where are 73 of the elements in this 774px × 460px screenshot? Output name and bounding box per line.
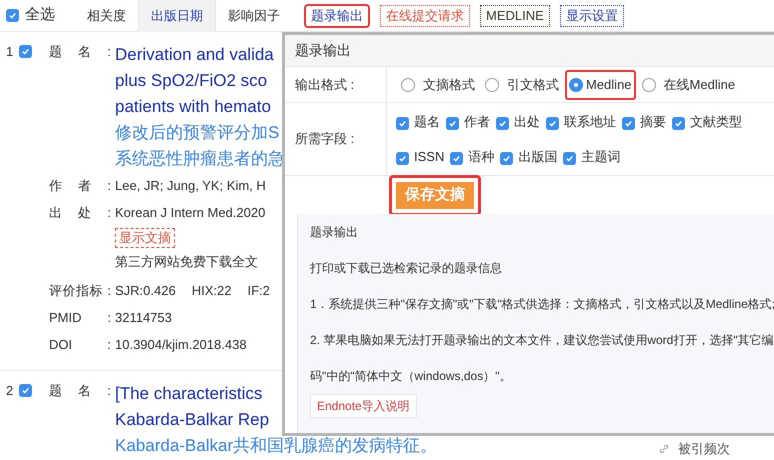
checkbox[interactable]	[450, 152, 464, 165]
help-text: 2. 苹果电脑如果无法打开题录输出的文本文件，建议您尝试使用word打开，选择"其它编	[310, 332, 774, 349]
field-option-label[interactable]: 联系地址	[564, 113, 616, 131]
title-line[interactable]: Derivation and valida	[115, 42, 285, 68]
checkbox[interactable]	[563, 152, 576, 165]
help-title: 题录输出	[310, 224, 359, 241]
checkbox[interactable]	[19, 384, 32, 397]
metric-value: HIX:22	[192, 282, 232, 300]
show-abstract-button[interactable]: 显示文摘	[115, 228, 175, 248]
metric-value: IF:2	[247, 282, 270, 300]
record-number: 2	[6, 384, 14, 398]
checkbox[interactable]	[6, 9, 19, 22]
checkbox[interactable]	[496, 117, 509, 130]
field-label: DOI :	[49, 336, 112, 354]
dialog-title: 题录输出	[285, 35, 774, 67]
sort-tab[interactable]: 出版日期	[138, 0, 216, 32]
checkbox[interactable]	[546, 117, 559, 130]
citations-label[interactable]: 被引频次	[678, 439, 730, 458]
field-option-label[interactable]: 题名	[414, 113, 440, 131]
sort-tab[interactable]: 相关度	[75, 0, 138, 32]
checkbox[interactable]	[672, 117, 685, 130]
field-label: 题 名 :	[49, 382, 112, 400]
endnote-guide-button[interactable]: Endnote导入说明	[310, 394, 417, 418]
format-label: 输出格式 :	[285, 67, 387, 102]
radio-button[interactable]	[485, 78, 499, 92]
format-option[interactable]: 文摘格式	[397, 70, 479, 100]
help-text: 码"中的"简体中文（windows,dos）"。	[310, 368, 512, 385]
format-option[interactable]: Medline	[565, 70, 636, 100]
toolbar-button[interactable]: MEDLINE	[480, 4, 550, 26]
field-label: 题 名 :	[49, 43, 112, 61]
field-label: 作 者 :	[49, 177, 112, 195]
toolbar-button[interactable]: 在线提交请求	[380, 4, 470, 26]
field-value: Korean J Intern Med.2020	[115, 204, 266, 222]
format-option[interactable]: 在线Medline	[638, 70, 740, 100]
toolbar-button[interactable]: 显示设置	[560, 4, 624, 26]
title-line[interactable]: plus SpO2/FiO2 sco	[115, 68, 285, 94]
field-option-label[interactable]: 出版国	[518, 148, 558, 166]
checkbox[interactable]	[396, 152, 409, 165]
metric-value: SJR:0.426	[115, 282, 176, 300]
help-text: 打印或下载已选检索记录的题录信息	[310, 260, 503, 277]
toolbar-button[interactable]: 题录输出	[304, 4, 370, 28]
sort-tab[interactable]: 影响因子	[216, 0, 292, 32]
checkbox[interactable]	[500, 152, 514, 165]
field-option-label[interactable]: ISSN	[414, 148, 444, 166]
translated-title-line[interactable]: 修改后的预警评分加S	[115, 120, 285, 146]
fields-label: 所需字段 :	[285, 103, 387, 175]
field-label: 评价指标 :	[49, 282, 112, 300]
field-option-label[interactable]: 语种	[468, 148, 494, 166]
format-option[interactable]: 引文格式	[481, 70, 563, 100]
field-option-label[interactable]: 出处	[514, 113, 540, 131]
radio-button[interactable]	[401, 78, 415, 92]
checkbox[interactable]	[396, 117, 409, 130]
field-value: 10.3904/kjim.2018.438	[115, 336, 247, 354]
radio-button[interactable]	[642, 78, 656, 92]
field-value: 32114753	[115, 309, 172, 327]
field-option-label[interactable]: 作者	[464, 113, 490, 131]
field-label: PMID :	[49, 309, 112, 327]
checkbox[interactable]	[19, 45, 32, 58]
fulltext-link[interactable]: 第三方网站免费下载全文	[115, 251, 258, 273]
select-all-label[interactable]: 全选	[25, 4, 55, 27]
link-icon	[658, 442, 670, 455]
title-line[interactable]: patients with hemato	[115, 94, 285, 120]
translated-title-line[interactable]: Kabarda-Balkar共和国乳腺癌的发病特征。	[115, 433, 438, 459]
field-label: 出 处 :	[49, 204, 112, 222]
field-option-label[interactable]: 主题词	[581, 148, 620, 166]
help-text: 1．系统提供三种"保存文摘"或"下载"格式供选择：文摘格式，引文格式以及Medline格式;	[310, 296, 774, 313]
radio-button[interactable]	[569, 78, 583, 92]
checkbox[interactable]	[446, 117, 459, 130]
record-number: 1	[6, 45, 14, 59]
field-option-label[interactable]: 摘要	[640, 113, 666, 131]
field-value: Lee, JR; Jung, YK; Kim, H	[115, 177, 266, 195]
field-option-label[interactable]: 文献类型	[690, 113, 742, 131]
checkbox[interactable]	[622, 117, 635, 130]
